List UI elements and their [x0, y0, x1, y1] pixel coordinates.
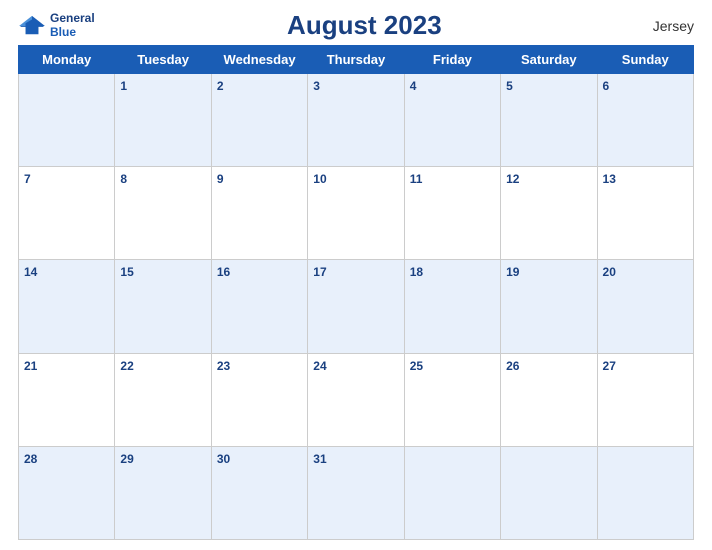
day-number: 4 [410, 79, 417, 93]
day-number: 12 [506, 172, 519, 186]
day-number: 18 [410, 265, 423, 279]
calendar-day-cell: 12 [501, 167, 597, 260]
calendar-day-cell [597, 446, 693, 539]
calendar-week-row: 14 15 16 17 18 19 20 [19, 260, 694, 353]
calendar-day-cell: 5 [501, 74, 597, 167]
col-saturday: Saturday [501, 46, 597, 74]
calendar-day-cell: 25 [404, 353, 500, 446]
col-monday: Monday [19, 46, 115, 74]
day-number: 3 [313, 79, 320, 93]
calendar-day-cell: 31 [308, 446, 404, 539]
day-number: 15 [120, 265, 133, 279]
region-label: Jersey [634, 18, 694, 34]
col-sunday: Sunday [597, 46, 693, 74]
day-number: 25 [410, 359, 423, 373]
calendar-day-cell: 14 [19, 260, 115, 353]
day-number: 8 [120, 172, 127, 186]
calendar-day-cell: 28 [19, 446, 115, 539]
calendar-day-cell [501, 446, 597, 539]
top-bar: General Blue August 2023 Jersey [18, 10, 694, 41]
calendar-day-cell: 4 [404, 74, 500, 167]
day-number: 31 [313, 452, 326, 466]
day-number: 1 [120, 79, 127, 93]
day-number: 24 [313, 359, 326, 373]
col-tuesday: Tuesday [115, 46, 211, 74]
calendar-day-cell: 23 [211, 353, 307, 446]
col-thursday: Thursday [308, 46, 404, 74]
calendar-day-cell: 7 [19, 167, 115, 260]
calendar-day-cell: 18 [404, 260, 500, 353]
calendar-day-cell: 20 [597, 260, 693, 353]
col-wednesday: Wednesday [211, 46, 307, 74]
day-number: 13 [603, 172, 616, 186]
day-number: 30 [217, 452, 230, 466]
day-number: 7 [24, 172, 31, 186]
calendar-header-row: Monday Tuesday Wednesday Thursday Friday… [19, 46, 694, 74]
day-number: 20 [603, 265, 616, 279]
calendar-day-cell: 30 [211, 446, 307, 539]
calendar-day-cell: 21 [19, 353, 115, 446]
day-number: 10 [313, 172, 326, 186]
calendar-week-row: 28 29 30 31 [19, 446, 694, 539]
calendar-day-cell [19, 74, 115, 167]
calendar-day-cell: 27 [597, 353, 693, 446]
day-number: 29 [120, 452, 133, 466]
calendar-day-cell: 29 [115, 446, 211, 539]
calendar-title: August 2023 [95, 10, 634, 41]
calendar-day-cell: 15 [115, 260, 211, 353]
calendar-day-cell: 24 [308, 353, 404, 446]
calendar-day-cell: 10 [308, 167, 404, 260]
col-friday: Friday [404, 46, 500, 74]
calendar-week-row: 7 8 9 10 11 12 13 [19, 167, 694, 260]
calendar-day-cell: 8 [115, 167, 211, 260]
day-number: 27 [603, 359, 616, 373]
calendar-day-cell: 2 [211, 74, 307, 167]
calendar-day-cell: 3 [308, 74, 404, 167]
day-number: 28 [24, 452, 37, 466]
calendar-day-cell: 6 [597, 74, 693, 167]
day-number: 17 [313, 265, 326, 279]
logo-text: General Blue [50, 12, 95, 38]
day-number: 22 [120, 359, 133, 373]
calendar-week-row: 1 2 3 4 5 6 [19, 74, 694, 167]
day-number: 14 [24, 265, 37, 279]
day-number: 19 [506, 265, 519, 279]
day-number: 9 [217, 172, 224, 186]
day-number: 16 [217, 265, 230, 279]
calendar-day-cell: 26 [501, 353, 597, 446]
calendar-day-cell [404, 446, 500, 539]
day-number: 26 [506, 359, 519, 373]
logo-bird-icon [18, 14, 46, 38]
day-number: 5 [506, 79, 513, 93]
day-number: 2 [217, 79, 224, 93]
day-number: 11 [410, 172, 423, 186]
calendar-day-cell: 13 [597, 167, 693, 260]
calendar-day-cell: 22 [115, 353, 211, 446]
calendar-table: Monday Tuesday Wednesday Thursday Friday… [18, 45, 694, 540]
calendar-day-cell: 17 [308, 260, 404, 353]
day-number: 6 [603, 79, 610, 93]
calendar-day-cell: 9 [211, 167, 307, 260]
logo-area: General Blue [18, 12, 95, 38]
day-number: 21 [24, 359, 37, 373]
calendar-week-row: 21 22 23 24 25 26 27 [19, 353, 694, 446]
calendar-day-cell: 11 [404, 167, 500, 260]
calendar-day-cell: 19 [501, 260, 597, 353]
calendar-day-cell: 16 [211, 260, 307, 353]
calendar-day-cell: 1 [115, 74, 211, 167]
day-number: 23 [217, 359, 230, 373]
